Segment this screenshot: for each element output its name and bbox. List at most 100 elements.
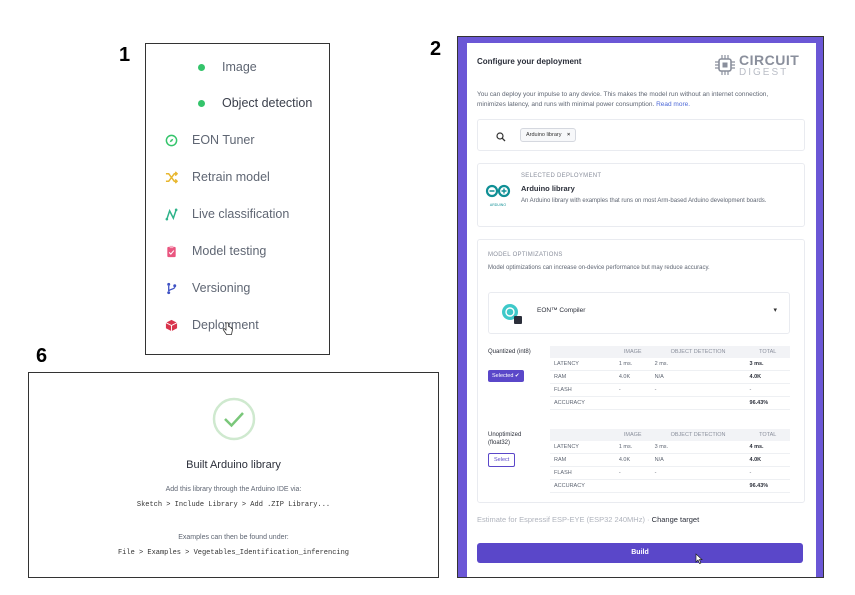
branch-icon <box>164 281 178 295</box>
table-cell: RAM <box>550 370 615 384</box>
green-dot-icon <box>194 96 208 110</box>
step-number-1: 1 <box>119 44 131 66</box>
estimate-line: Estimate for Espressif ESP-EYE (ESP32 24… <box>477 515 700 524</box>
selected-deployment-desc: An Arduino library with examples that ru… <box>521 198 767 204</box>
table-cell: N/A <box>650 453 746 467</box>
table-row: RAM 4.0K N/A 4.0K <box>550 453 790 467</box>
model-optimizations-card: MODEL OPTIMIZATIONS Model optimizations … <box>477 239 805 503</box>
chip-icon <box>715 55 735 75</box>
table-header: OBJECT DETECTION <box>650 346 746 358</box>
success-check-icon <box>212 397 256 446</box>
sidebar-item-retrain-model[interactable]: Retrain model <box>164 164 270 190</box>
shuffle-icon <box>164 170 178 184</box>
table-cell: - <box>650 466 746 480</box>
table-cell: RAM <box>550 453 615 467</box>
table-cell: - <box>614 383 651 397</box>
table-header: OBJECT DETECTION <box>650 429 746 441</box>
selected-deployment-label: SELECTED DEPLOYMENT <box>521 173 602 179</box>
table-cell: ACCURACY <box>550 479 615 493</box>
selected-button[interactable]: Selected ✔ <box>488 370 524 382</box>
build-button[interactable]: Build <box>477 543 803 564</box>
live-icon <box>164 207 178 221</box>
sidebar-item-label: Retrain model <box>192 170 270 184</box>
model-optimizations-label: MODEL OPTIMIZATIONS <box>488 252 563 258</box>
table-cell <box>614 479 651 493</box>
sidebar-item-deployment[interactable]: Deployment <box>164 312 259 338</box>
sidebar-panel: Image Object detection EON Tuner Retrain… <box>145 43 330 355</box>
table-cell: - <box>650 383 746 397</box>
page-description: You can deploy your impulse to any devic… <box>477 91 769 108</box>
sidebar-item-label: Image <box>222 60 257 74</box>
table-cell: 4.0K <box>745 370 790 384</box>
table-cell: 4.0K <box>614 453 651 467</box>
sidebar-item-label: Versioning <box>192 281 251 295</box>
table-header-row: IMAGE OBJECT DETECTION TOTAL <box>550 346 790 358</box>
sidebar-item-label: Object detection <box>222 96 313 110</box>
table-header: TOTAL <box>745 346 790 358</box>
deployment-card: Configure your deployment CIRCUIT DIGEST… <box>467 43 816 577</box>
table-cell <box>650 396 746 410</box>
sidebar-item-label: Model testing <box>192 244 267 258</box>
table-row: ACCURACY 96.43% <box>550 479 790 493</box>
circuit-digest-logo: CIRCUIT DIGEST <box>714 51 810 79</box>
chevron-down-icon[interactable]: ▾ <box>773 306 777 314</box>
cursor-pointer-icon <box>695 553 703 573</box>
sidebar-item-image[interactable]: Image <box>194 54 257 80</box>
model-optimizations-desc: Model optimizations can increase on-devi… <box>488 265 710 271</box>
table-cell <box>650 479 746 493</box>
chip-remove-icon[interactable]: × <box>567 132 570 138</box>
selected-deployment-card: ARDUINO SELECTED DEPLOYMENT Arduino libr… <box>477 163 805 227</box>
table-row: FLASH - - - <box>550 383 790 397</box>
build-success-title: Built Arduino library <box>186 459 281 471</box>
table-header <box>550 429 615 441</box>
table-cell: FLASH <box>550 466 615 480</box>
table-cell: 96.43% <box>745 396 790 410</box>
table-header: TOTAL <box>745 429 790 441</box>
sidebar-item-model-testing[interactable]: Model testing <box>164 238 266 264</box>
table-cell: - <box>745 383 790 397</box>
sidebar-item-live-classification[interactable]: Live classification <box>164 201 289 227</box>
search-chip[interactable]: Arduino library × <box>520 128 577 142</box>
search-box[interactable]: Arduino library × <box>477 119 805 151</box>
arduino-logo-icon: ARDUINO <box>485 184 513 207</box>
deployment-panel: Configure your deployment CIRCUIT DIGEST… <box>457 36 824 578</box>
select-button[interactable]: Select <box>488 453 516 467</box>
table-cell: 4.0K <box>745 453 790 467</box>
table-row: RAM 4.0K N/A 4.0K <box>550 370 790 384</box>
sidebar-item-eon-tuner[interactable]: EON Tuner <box>164 127 255 153</box>
table-cell: 4.0K <box>614 370 651 384</box>
table-cell: ACCURACY <box>550 396 615 410</box>
table-cell: 4 ms. <box>745 441 790 454</box>
sidebar-item-label: EON Tuner <box>192 133 255 147</box>
change-target-link[interactable]: Change target <box>652 515 700 524</box>
compiler-dropdown[interactable]: EON™ Compiler ▾ <box>488 292 790 334</box>
arduino-tag: ARDUINO <box>489 203 507 207</box>
sidebar-item-object-detection[interactable]: Object detection <box>194 90 312 116</box>
step-number-6: 6 <box>36 345 48 367</box>
logo-text-digest: DIGEST <box>739 67 789 78</box>
instruction-line-2: Examples can then be found under: <box>178 534 289 541</box>
table-header <box>550 346 615 358</box>
quantized-table: IMAGE OBJECT DETECTION TOTAL LATENCY 1 ms… <box>550 346 790 410</box>
table-cell: 3 ms. <box>745 358 790 371</box>
search-icon <box>496 129 506 147</box>
read-more-link[interactable]: Read more. <box>656 101 690 108</box>
table-cell: 1 ms. <box>614 358 651 371</box>
table-cell: LATENCY <box>550 441 615 454</box>
menu-path-1: Sketch > Include Library > Add .ZIP Libr… <box>136 501 331 509</box>
sidebar-item-versioning[interactable]: Versioning <box>164 275 250 301</box>
table-cell: FLASH <box>550 383 615 397</box>
table-header-row: IMAGE OBJECT DETECTION TOTAL <box>550 429 790 441</box>
table-header: IMAGE <box>614 429 651 441</box>
table-cell: 2 ms. <box>650 358 746 371</box>
logo-text-circuit: CIRCUIT <box>739 52 800 68</box>
table-cell: LATENCY <box>550 358 615 371</box>
eon-compiler-icon <box>501 303 523 330</box>
unoptimized-title: Unoptimized (float32) <box>488 432 522 446</box>
table-cell: 1 ms. <box>614 441 651 454</box>
table-cell: N/A <box>650 370 746 384</box>
sidebar-item-label: Live classification <box>192 207 290 221</box>
page-title: Configure your deployment <box>477 57 582 66</box>
table-cell: 3 ms. <box>650 441 746 454</box>
table-cell: - <box>614 466 651 480</box>
